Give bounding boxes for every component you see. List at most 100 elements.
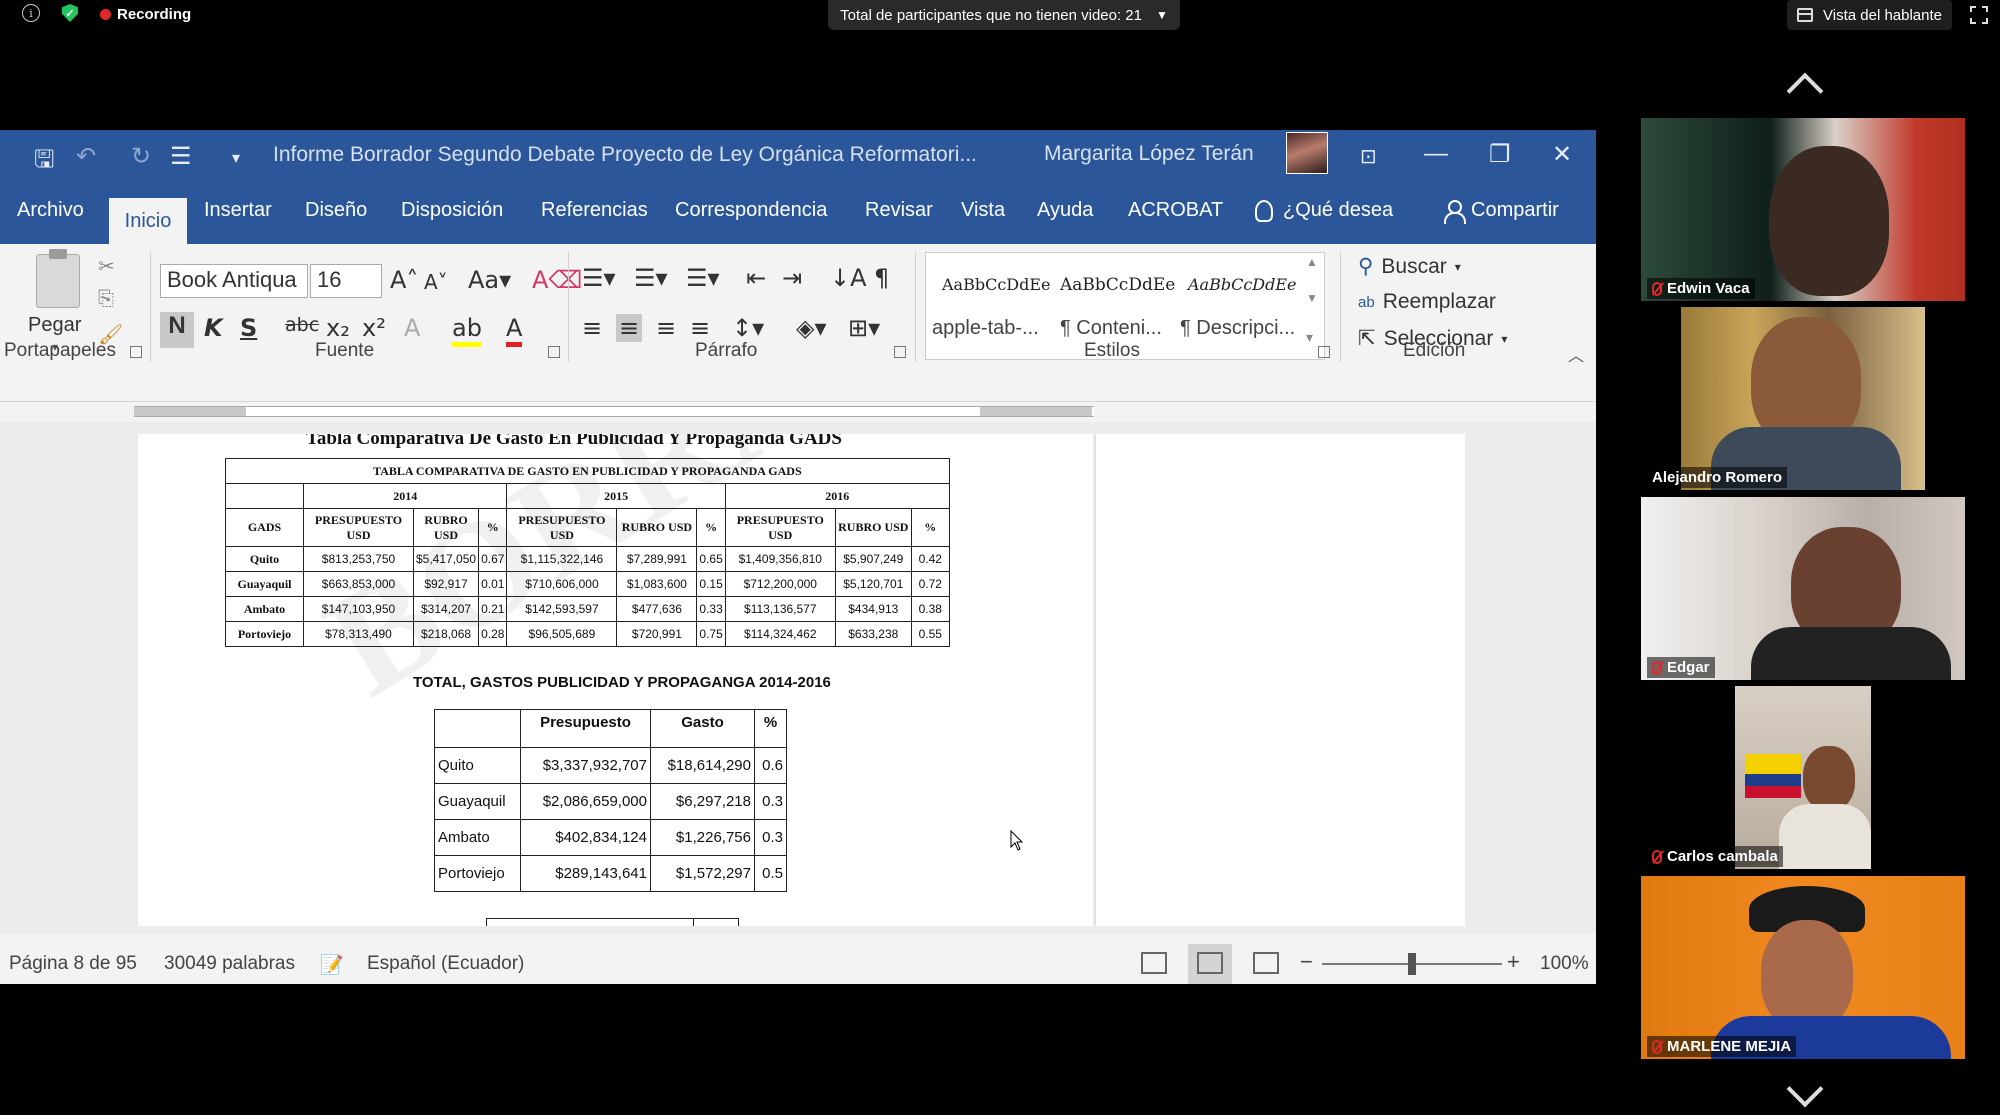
word-count[interactable]: 30049 palabras	[164, 953, 295, 975]
replace-button[interactable]: ab Reemplazar	[1358, 290, 1496, 314]
comparison-table[interactable]: TABLA COMPARATIVA DE GASTO EN PUBLICIDAD…	[225, 458, 950, 647]
ruler[interactable]	[0, 402, 1596, 422]
paragraph-launcher-icon[interactable]	[894, 346, 906, 358]
customize-qat-icon[interactable]: ▾	[232, 148, 240, 168]
tab-archivo[interactable]: Archivo	[17, 199, 84, 222]
styles-scroll-down-icon[interactable]: ▼	[1306, 291, 1318, 305]
bold-button[interactable]: N	[160, 312, 194, 348]
style-name-1[interactable]: apple-tab-...	[932, 317, 1039, 340]
style-sample-2[interactable]: AaBbCcDdEe	[1060, 275, 1175, 295]
collapse-ribbon-icon[interactable]: ︿	[1568, 342, 1584, 366]
avatar[interactable]	[1286, 132, 1328, 174]
tab-insertar[interactable]: Insertar	[204, 199, 272, 222]
cut-icon[interactable]: ✂	[98, 254, 115, 279]
shrink-font-icon[interactable]: A˅	[424, 270, 448, 294]
zoom-level[interactable]: 100%	[1540, 953, 1589, 975]
shield-icon[interactable]: ✓	[62, 4, 78, 22]
subscript-button[interactable]: x₂	[326, 314, 350, 342]
highlight-icon[interactable]: ab	[452, 314, 482, 347]
tab-diseno[interactable]: Diseño	[305, 199, 367, 222]
save-icon[interactable]: 🖫	[34, 142, 54, 183]
close-icon[interactable]: ✕	[1552, 140, 1572, 169]
page-count[interactable]: Página 8 de 95	[9, 953, 137, 975]
italic-button[interactable]: K	[204, 314, 223, 342]
redo-icon[interactable]: ↻	[131, 142, 151, 171]
borders-icon[interactable]: ⊞▾	[848, 314, 880, 342]
tab-correspondencia[interactable]: Correspondencia	[675, 199, 827, 222]
tab-referencias[interactable]: Referencias	[541, 199, 648, 222]
recording-indicator[interactable]: Recording	[100, 6, 191, 23]
tab-ayuda[interactable]: Ayuda	[1037, 199, 1093, 222]
superscript-button[interactable]: x²	[362, 314, 386, 342]
scroll-up-icon[interactable]	[1784, 72, 1824, 92]
text-effects-icon[interactable]: A	[404, 314, 420, 342]
document-area[interactable]: BORRADOR Tabla Comparativa De Gasto En P…	[0, 422, 1596, 934]
share-button[interactable]: Compartir	[1443, 199, 1559, 224]
print-layout-icon[interactable]	[1197, 952, 1223, 974]
tab-acrobat[interactable]: ACROBAT	[1128, 199, 1223, 222]
document-page[interactable]: BORRADOR Tabla Comparativa De Gasto En P…	[138, 434, 1093, 926]
show-marks-icon[interactable]: ¶	[874, 264, 889, 292]
align-center-icon[interactable]: ≡	[616, 314, 643, 342]
tab-vista[interactable]: Vista	[961, 199, 1005, 222]
paste-button[interactable]: Pegar	[28, 314, 81, 337]
line-spacing-icon[interactable]: ↕▾	[732, 314, 764, 342]
font-size-box[interactable]: 16	[310, 264, 382, 298]
decrease-indent-icon[interactable]: ⇤	[746, 264, 766, 292]
web-layout-icon[interactable]	[1253, 952, 1279, 974]
style-name-3[interactable]: ¶ Descripci...	[1180, 317, 1295, 340]
participant-tile[interactable]: Alejandro Romero	[1641, 307, 1965, 490]
proofing-icon[interactable]: 📝	[320, 953, 344, 977]
ruler-track[interactable]	[134, 406, 1094, 417]
grow-font-icon[interactable]: A˄	[390, 266, 418, 294]
zoom-slider-thumb[interactable]	[1408, 953, 1416, 975]
participants-banner[interactable]: Total de participantes que no tienen vid…	[828, 0, 1180, 30]
fullscreen-icon[interactable]	[1970, 6, 1988, 24]
numbering-icon[interactable]: ☰▾	[634, 264, 668, 292]
style-sample-3[interactable]: AaBbCcDdEe	[1188, 275, 1297, 294]
info-icon[interactable]: i	[22, 4, 40, 22]
align-left-icon[interactable]: ≡	[582, 314, 602, 342]
user-name[interactable]: Margarita López Terán	[1044, 142, 1254, 166]
restore-icon[interactable]: ❐	[1489, 140, 1511, 169]
scroll-down-icon[interactable]	[1784, 1086, 1824, 1106]
styles-scroll-up-icon[interactable]: ▲	[1306, 255, 1318, 269]
read-mode-icon[interactable]	[1141, 952, 1167, 974]
shading-icon[interactable]: ◈▾	[796, 314, 827, 342]
strikethrough-button[interactable]: abc	[285, 314, 319, 336]
sort-icon[interactable]: ↓A	[830, 264, 867, 292]
clear-formatting-icon[interactable]: A⌫	[532, 266, 582, 294]
underline-button[interactable]: S	[240, 314, 257, 342]
styles-more-icon[interactable]: ▾	[1306, 329, 1313, 346]
paste-icon[interactable]	[36, 249, 80, 308]
tab-disposicion[interactable]: Disposición	[401, 199, 503, 222]
font-color-icon[interactable]: A	[506, 314, 523, 347]
zoom-in-icon[interactable]: +	[1507, 949, 1520, 975]
line-spacing-qat-icon[interactable]: ☰	[170, 142, 192, 171]
tell-me-search[interactable]: ¿Qué desea	[1255, 199, 1393, 222]
participant-tile[interactable]: MARLENE MEJIA	[1641, 876, 1965, 1059]
participant-tile[interactable]: Edwin Vaca	[1641, 118, 1965, 301]
copy-icon[interactable]: ⎘	[98, 288, 114, 311]
tab-revisar[interactable]: Revisar	[865, 199, 933, 222]
justify-icon[interactable]: ≡	[690, 314, 710, 342]
tab-inicio[interactable]: Inicio	[109, 198, 187, 244]
style-name-2[interactable]: ¶ Conteni...	[1060, 317, 1162, 340]
undo-icon[interactable]: ↶	[76, 142, 96, 171]
multilevel-list-icon[interactable]: ☰▾	[686, 264, 720, 292]
minimize-icon[interactable]: —	[1424, 140, 1448, 168]
increase-indent-icon[interactable]: ⇥	[782, 264, 802, 292]
totals-table[interactable]: Presupuesto Gasto % Quito $3,337,932,707 $…	[434, 709, 787, 892]
participant-tile[interactable]: Edgar	[1641, 497, 1965, 680]
bullets-icon[interactable]: ☰▾	[582, 264, 616, 292]
ribbon-display-icon[interactable]: ⊡	[1360, 144, 1377, 169]
zoom-out-icon[interactable]: −	[1300, 949, 1313, 975]
change-case-icon[interactable]: Aa▾	[468, 266, 511, 294]
align-right-icon[interactable]: ≡	[656, 314, 676, 342]
language[interactable]: Español (Ecuador)	[367, 953, 524, 975]
font-launcher-icon[interactable]	[548, 346, 560, 358]
font-name-box[interactable]: Book Antiqua	[160, 264, 308, 298]
speaker-view-button[interactable]: Vista del hablante	[1787, 0, 1952, 30]
style-sample-1[interactable]: AaBbCcDdEe	[942, 275, 1051, 294]
styles-launcher-icon[interactable]	[1318, 346, 1330, 358]
